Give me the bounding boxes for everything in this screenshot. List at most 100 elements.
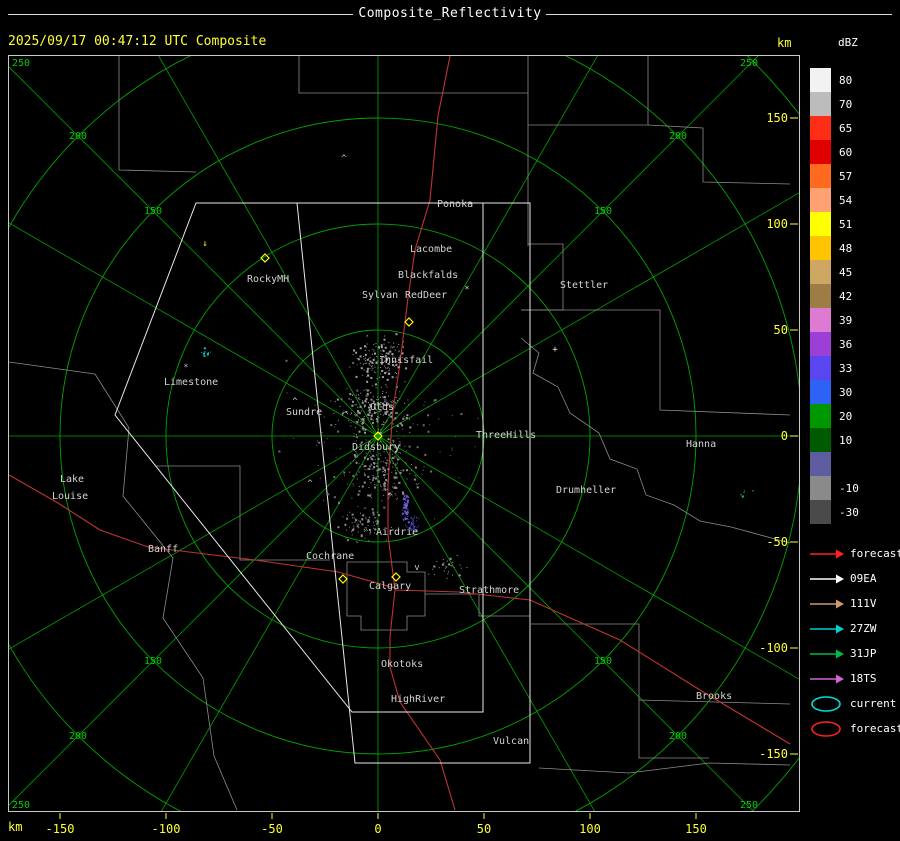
echo-pixel (385, 421, 387, 423)
echo-pixel (399, 471, 401, 473)
legend-band-row: -10 (808, 476, 900, 500)
color-swatch (810, 452, 831, 476)
echo-pixel (375, 520, 377, 522)
echo-pixel (355, 394, 357, 396)
echo-pixel (379, 396, 381, 398)
color-swatch (810, 68, 831, 92)
echo-pixel (368, 487, 370, 488)
range-label: 200 (69, 131, 87, 142)
echo-pixel (367, 413, 370, 416)
echo-pixel (384, 372, 387, 374)
echo-pixel (355, 351, 358, 354)
echo-pixel (387, 488, 388, 490)
echo-pixel (285, 359, 288, 362)
echo-pixel (358, 520, 360, 522)
echo-pixel (362, 421, 364, 424)
color-scale: 80 70 65 60 57 54 51 48 45 42 39 36 33 30 20 10 -10 -30 (808, 68, 900, 524)
legend-band-row: 36 (808, 332, 900, 356)
echo-pixel (391, 453, 393, 455)
echo-cluster (740, 490, 745, 498)
marker-label: forecast (850, 547, 900, 560)
echo-pixel (208, 352, 209, 354)
echo-pixel (352, 354, 354, 356)
echo-pixel (349, 413, 351, 415)
city-label: Lacombe (410, 244, 452, 255)
echo-pixel (405, 463, 407, 465)
echo-pixel (371, 366, 373, 368)
city-label: Ponoka (437, 199, 473, 210)
echo-pixel (347, 514, 348, 516)
echo-pixel (402, 346, 404, 348)
echo-pixel (371, 468, 373, 470)
echo-pixel (385, 471, 387, 473)
echo-pixel (405, 512, 408, 514)
echo-pixel (354, 414, 356, 416)
echo-pixel (355, 404, 357, 406)
echo-pixel (381, 370, 384, 372)
echo-pixel (363, 466, 365, 468)
echo-pixel (364, 472, 365, 474)
echo-pixel (365, 353, 367, 355)
band-label: 20 (839, 409, 853, 423)
echo-pixel (353, 517, 355, 519)
echo-pixel (381, 471, 383, 473)
echo-pixel (349, 511, 351, 513)
band-label: -10 (839, 481, 859, 495)
axis-label: -150 (759, 747, 788, 761)
echo-pixel (348, 420, 349, 422)
echo-pixel (352, 361, 355, 364)
echo-pixel (369, 364, 371, 366)
echo-pixel (363, 369, 365, 371)
band-label: 54 (839, 193, 853, 207)
echo-pixel (370, 414, 373, 417)
echo-pixel (346, 539, 349, 542)
echo-pixel (351, 513, 354, 516)
echo-pixel (360, 419, 362, 421)
echo-pixel (395, 333, 398, 336)
radar-map-viewport[interactable]: 150 200 250 150 200 250 150 200 250 150 200 250 150 1… (8, 55, 800, 812)
echo-pixel (352, 528, 355, 531)
echo-pixel (421, 474, 423, 476)
echo-pixel (412, 517, 414, 519)
echo-pixel (371, 421, 374, 424)
ellipse-outline (811, 695, 841, 712)
echo-pixel (323, 441, 325, 443)
echo-pixel (392, 418, 394, 420)
marker-legend: forecast 09EA 111V 27ZW 31JP 18TS current forec… (808, 541, 900, 741)
echo-pixel (351, 522, 353, 524)
echo-pixel (383, 421, 384, 423)
echo-pixel (406, 518, 408, 519)
echo-pixel (381, 500, 383, 502)
echo-pixel (372, 426, 373, 428)
echo-pixel (446, 566, 448, 568)
echo-pixel (385, 399, 387, 401)
map-marker: * (464, 285, 469, 295)
echo-pixel (377, 367, 379, 369)
echo-pixel (369, 516, 371, 518)
echo-pixel (411, 469, 412, 471)
echo-pixel (346, 517, 349, 520)
echo-pixel (394, 485, 396, 487)
echo-pixel (381, 343, 383, 345)
echo-pixel (396, 346, 398, 348)
band-label: 48 (839, 241, 853, 255)
echo-pixel (370, 482, 372, 484)
echo-pixel (424, 453, 427, 456)
echo-pixel (477, 417, 479, 419)
echo-pixel (360, 512, 361, 514)
radar-map-canvas[interactable]: 150 200 250 150 200 250 150 200 250 150 200 250 150 1… (9, 56, 799, 811)
echo-pixel (338, 501, 340, 504)
echo-pixel (368, 520, 370, 522)
echo-pixel (384, 399, 386, 401)
marker-label: 09EA (850, 572, 877, 585)
county-boundary (538, 762, 791, 774)
echo-pixel (356, 364, 358, 366)
echo-pixel (447, 573, 449, 575)
echo-pixel (386, 459, 388, 461)
echo-pixel (380, 467, 382, 469)
echo-pixel (358, 471, 360, 473)
echo-pixel (405, 524, 407, 526)
echo-pixel (384, 472, 386, 474)
city-label: Drumheller (556, 485, 616, 496)
echo-pixel (388, 342, 390, 343)
